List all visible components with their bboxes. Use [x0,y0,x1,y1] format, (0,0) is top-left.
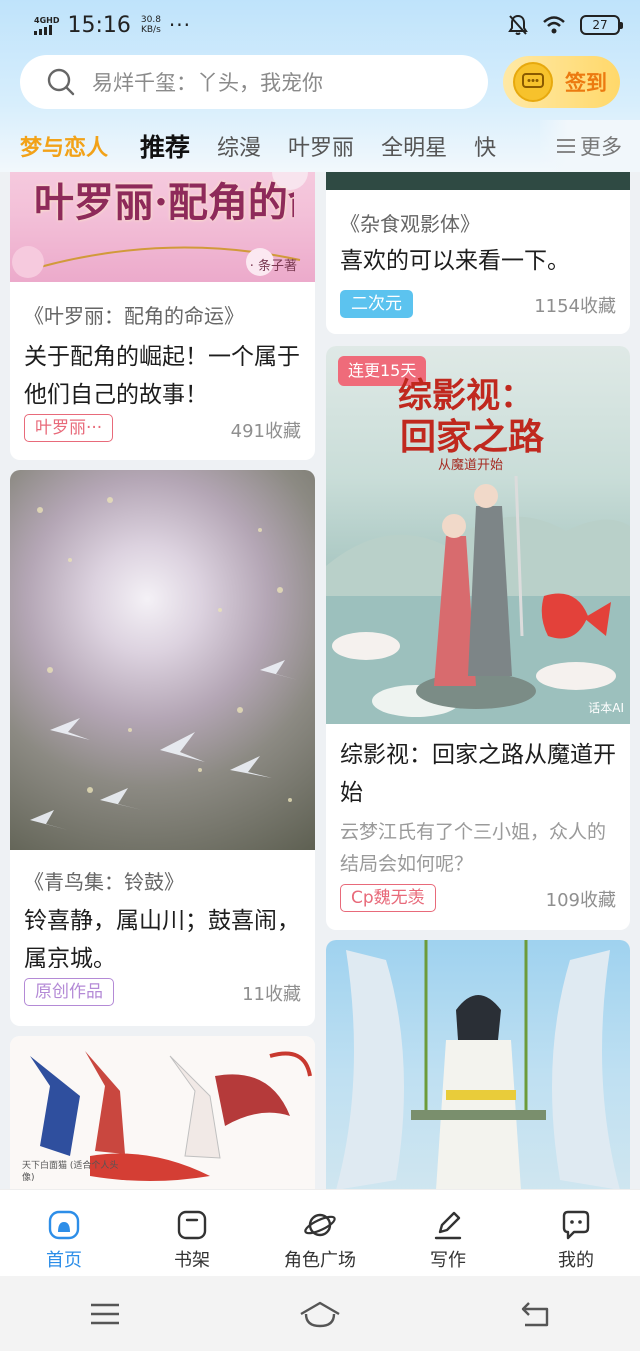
cover-image: 天下白面猫 (适合个人头像) [10,1036,315,1189]
checkin-icon [513,62,553,102]
nav-role-square[interactable]: 角色广场 [256,1190,384,1276]
search-bar[interactable]: 易烊千玺：丫头，我宠你 [20,55,488,109]
cover-caption: 天下白面猫 (适合个人头像) [22,1161,119,1183]
story-title: 关于配角的崛起！一个属于他们自己的故事！ [24,344,300,408]
bottom-nav: 首页 书架 角色广场 写作 我的 [0,1189,640,1276]
story-tagline: 《叶罗丽：配角的命运》 [24,304,244,328]
story-card[interactable]: 叶罗丽·配角的命运 · 条子著 《叶罗丽：配角的命运》 关于配角的崛起！一个属于… [10,172,315,460]
menu-icon [557,139,575,153]
cover-title-line2: 回家之路 [400,416,545,458]
more-label: 更多 [580,135,622,159]
network-label: 4GHD [34,15,60,25]
home-icon [48,1210,80,1240]
story-tag[interactable]: 叶罗丽··· [24,414,114,442]
system-nav-bar [0,1276,640,1351]
pen-icon [434,1211,462,1240]
bookshelf-icon [177,1210,207,1240]
nav-bookshelf[interactable]: 书架 [128,1190,256,1276]
cover-image: 连更15天 综影视： 回家之路 从魔道开始 话本AI [326,346,630,724]
more-dots: ··· [168,13,191,37]
network-indicator: 4GHD [34,16,59,35]
search-placeholder: 易烊千玺：丫头，我宠你 [92,71,323,95]
cover-title: 叶罗丽·配角的命运 [34,179,294,226]
tab-yeluoli[interactable]: 叶罗丽 [288,130,354,162]
favorite-count: 1154收藏 [534,296,616,317]
home-nav-icon[interactable] [298,1300,342,1328]
tab-fast[interactable]: 快 [474,130,496,162]
story-card[interactable]: 《青鸟集：铃鼓》 铃喜静，属山川；鼓喜闹，属京城。 原创作品 11收藏 [10,470,315,1026]
network-speed: 30.8 KB/s [140,15,161,35]
story-tagline: 《青鸟集：铃鼓》 [24,870,184,894]
checkin-label: 签到 [565,71,607,95]
nav-home[interactable]: 首页 [0,1190,128,1276]
back-icon[interactable] [519,1301,551,1327]
story-card[interactable]: 《杂食观影体》 喜欢的可以来看一下。 二次元 1154收藏 [326,172,630,334]
cover-image: 叶罗丽·配角的命运 · 条子著 [10,172,315,282]
nav-bookshelf-label: 书架 [174,1250,210,1271]
nav-write-label: 写作 [430,1250,466,1271]
battery-icon: 27 [580,15,623,35]
story-card[interactable]: 天下白面猫 (适合个人头像) [10,1036,315,1189]
story-tag[interactable]: 原创作品 [24,978,114,1006]
clock: 15:16 [67,12,131,38]
story-card[interactable]: 连更15天 综影视： 回家之路 从魔道开始 话本AI 综影视：回家之路从魔道开始… [326,346,630,930]
favorite-count: 109收藏 [545,890,616,911]
story-card[interactable] [326,940,630,1189]
story-description: 云梦江氏有了个三小姐，众人的结局会如何呢？ [340,821,607,875]
story-feed[interactable]: 叶罗丽·配角的命运 · 条子著 《叶罗丽：配角的命运》 关于配角的崛起！一个属于… [0,172,640,1189]
nav-home-label: 首页 [46,1250,82,1271]
status-bar: 4GHD 15:16 30.8 KB/s ··· 27 [0,0,640,50]
tab-recommend[interactable]: 推荐 [140,128,190,164]
favorite-count: 491收藏 [230,421,301,442]
more-tabs-button[interactable]: 更多 [540,120,640,172]
mute-bell-icon [508,14,528,35]
checkin-button[interactable]: 签到 [503,56,620,108]
planet-icon [304,1213,336,1237]
cover-image [326,940,630,1189]
cover-image [10,470,315,850]
tab-all-stars[interactable]: 全明星 [381,130,447,162]
tab-anime[interactable]: 综漫 [217,130,261,162]
story-tag[interactable]: 二次元 [340,290,413,318]
tab-dream-lover[interactable]: 梦与恋人 [20,130,108,162]
story-title: 铃喜静，属山川；鼓喜闹，属京城。 [24,908,300,968]
search-icon [47,68,75,96]
story-title: 喜欢的可以来看一下。 [340,248,570,274]
nav-write[interactable]: 写作 [384,1190,512,1276]
favorite-count: 11收藏 [242,984,301,1005]
wifi-icon [543,16,565,34]
signal-icon [34,24,59,35]
nav-profile-label: 我的 [558,1250,594,1271]
nav-profile[interactable]: 我的 [512,1190,640,1276]
chat-icon [562,1210,590,1240]
cover-image [326,172,630,190]
nav-role-square-label: 角色广场 [284,1250,356,1271]
menu-icon[interactable] [89,1302,121,1326]
story-tag[interactable]: Cp魏无羡 [340,884,436,912]
cover-subtitle: 从魔道开始 [438,458,504,473]
story-tagline: 《杂食观影体》 [340,212,480,236]
story-title: 综影视：回家之路从魔道开始 [340,742,616,806]
cover-watermark: 话本AI [588,701,624,715]
cover-author: · 条子著 [249,259,297,274]
